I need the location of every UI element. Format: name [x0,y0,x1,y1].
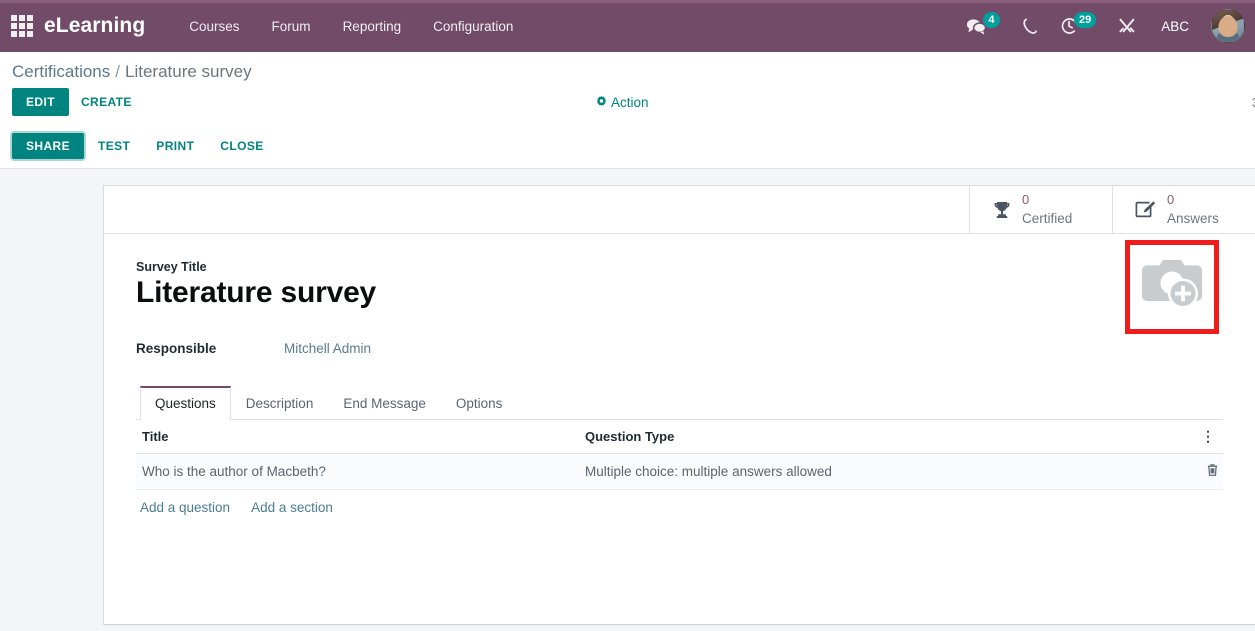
messages-icon[interactable]: 4 [957,9,1009,43]
apps-grid-icon[interactable] [8,12,36,40]
stat-certified-label: Certified [1022,210,1073,226]
navbar-right-group: 4 29 ABC [957,9,1245,43]
gear-icon [596,95,607,110]
control-panel-actions: EDIT CREATE Action 3 [0,82,1255,126]
tab-description[interactable]: Description [231,386,329,420]
action-menu-button[interactable]: Action [596,95,649,110]
share-button[interactable]: SHARE [12,133,85,159]
questions-table: Title Question Type ⋮ Who is the author … [136,419,1223,524]
menu-item-courses[interactable]: Courses [173,13,255,40]
stat-certified-value: 0 [1022,192,1030,208]
stat-button-box: 0 Certified 0 Answers [104,186,1255,234]
table-header-row: Title Question Type ⋮ [136,419,1223,454]
responsible-label: Responsible [136,340,217,356]
survey-title-label: Survey Title [136,260,207,274]
breadcrumb-current: Literature survey [125,62,252,81]
stat-button-certified[interactable]: 0 Certified [969,186,1112,233]
add-a-section-link[interactable]: Add a section [251,500,333,515]
user-menu-label[interactable]: ABC [1149,13,1201,40]
form-sheet-body: Survey Title Literature survey Responsib… [104,234,1255,624]
stat-button-answers[interactable]: 0 Answers [1112,186,1255,233]
menu-item-forum[interactable]: Forum [256,13,327,40]
notebook-tabs: Questions Description End Message Option… [136,385,1223,420]
tools-icon[interactable] [1109,9,1145,43]
avatar[interactable] [1211,9,1245,43]
tab-questions[interactable]: Questions [140,385,231,420]
action-menu-label: Action [611,94,649,110]
menu-item-configuration[interactable]: Configuration [417,13,529,40]
test-button[interactable]: TEST [86,132,142,160]
edit-button[interactable]: EDIT [12,88,69,116]
column-header-title[interactable]: Title [136,419,581,454]
survey-image-field[interactable] [1125,240,1219,334]
activities-clock-icon[interactable]: 29 [1051,9,1105,43]
menu-item-reporting[interactable]: Reporting [327,13,418,40]
breadcrumb-parent-certifications[interactable]: Certifications [12,62,110,82]
create-button[interactable]: CREATE [69,88,144,116]
table-add-row: Add a question Add a section [136,489,1223,524]
cell-question-type[interactable]: Multiple choice: multiple answers allowe… [581,453,1197,490]
stat-answers-value: 0 [1167,192,1175,208]
trash-icon[interactable] [1206,463,1219,480]
print-button[interactable]: PRINT [144,132,206,160]
main-menu: Courses Forum Reporting Configuration [173,13,529,40]
form-statusbar-buttons: SHARE TEST PRINT CLOSE [0,126,1255,169]
responsible-field: Responsible Mitchell Admin [136,341,1223,356]
trophy-icon [992,200,1012,220]
table-row[interactable]: Who is the author of Macbeth? Multiple c… [136,453,1223,490]
kebab-menu-icon[interactable]: ⋮ [1201,428,1215,444]
control-panel: Certifications / Literature survey EDIT … [0,52,1255,126]
stat-answers-label: Answers [1167,210,1219,226]
form-content-area: 0 Certified 0 Answers Survey Title Liter… [0,169,1255,631]
camera-add-icon [1139,256,1205,319]
phone-icon[interactable] [1013,9,1047,43]
breadcrumb-separator: / [115,62,120,81]
top-navbar: eLearning Courses Forum Reporting Config… [0,0,1255,52]
tab-end-message[interactable]: End Message [328,386,441,420]
close-button[interactable]: CLOSE [208,132,275,160]
add-a-question-link[interactable]: Add a question [140,500,230,515]
messages-count-badge: 4 [982,12,1000,28]
survey-title-value[interactable]: Literature survey [136,276,1223,311]
cell-question-title[interactable]: Who is the author of Macbeth? [136,453,581,490]
stat-answers-text: 0 Answers [1167,191,1219,228]
column-header-question-type[interactable]: Question Type [581,419,1197,454]
pencil-square-icon [1135,200,1157,220]
responsible-value[interactable]: Mitchell Admin [284,341,371,356]
activities-count-badge: 29 [1073,12,1097,28]
app-brand-elearning[interactable]: eLearning [44,14,145,38]
tab-options[interactable]: Options [441,386,518,420]
breadcrumb: Certifications / Literature survey [0,52,1255,82]
stat-certified-text: 0 Certified [1022,191,1072,228]
form-sheet: 0 Certified 0 Answers Survey Title Liter… [103,185,1255,625]
